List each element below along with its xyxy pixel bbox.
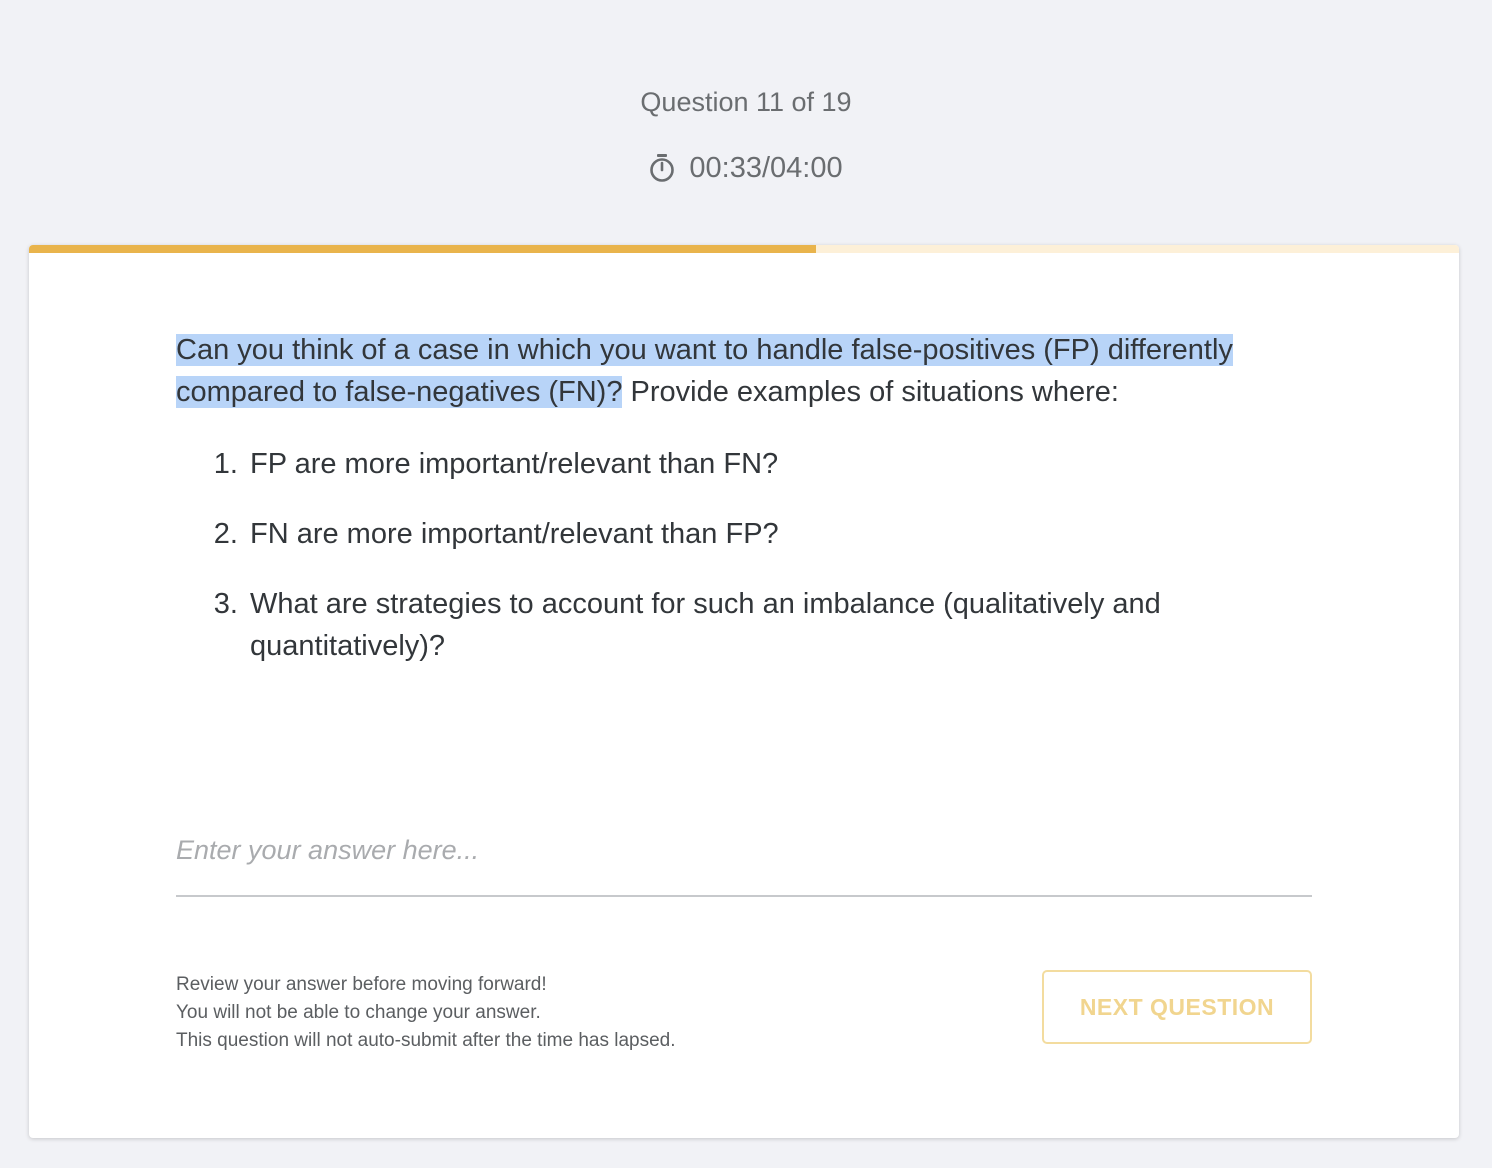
answer-input[interactable] [176,813,1312,897]
footer-note-line: You will not be able to change your answ… [176,1002,541,1023]
question-list-item: What are strategies to account for such … [246,583,1316,667]
footer-note-line: Review your answer before moving forward… [176,974,547,995]
footer-note-line: This question will not auto-submit after… [176,1030,676,1051]
question-list: FP are more important/relevant than FN? … [176,443,1316,667]
question-list-item: FN are more important/relevant than FP? [246,513,1316,555]
question-card: Can you think of a case in which you wan… [29,245,1459,1138]
stopwatch-icon [649,153,675,183]
timer-text: 00:33/04:00 [689,152,843,184]
progress-bar-fill [29,245,816,253]
timer: 00:33/04:00 [0,150,1492,186]
next-question-button[interactable]: NEXT QUESTION [1042,970,1312,1044]
progress-bar [29,245,1459,253]
question-counter: Question 11 of 19 [640,87,852,117]
question-rest-text: Provide examples of situations where: [622,376,1119,408]
footer-note: Review your answer before moving forward… [176,971,676,1055]
question-text: Can you think of a case in which you wan… [176,329,1316,695]
question-list-item: FP are more important/relevant than FN? [246,443,1316,485]
